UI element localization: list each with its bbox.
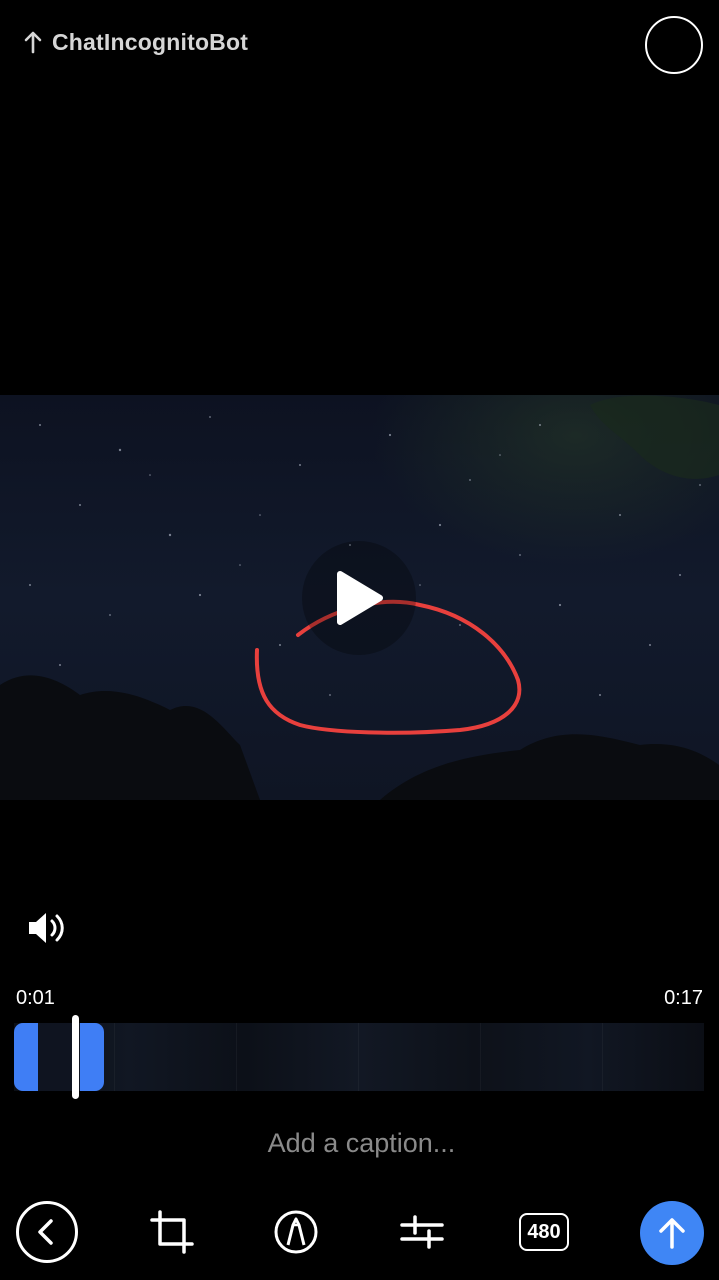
playhead-scrubber[interactable] — [72, 1015, 79, 1099]
frame-divider — [236, 1023, 237, 1091]
back-button[interactable] — [15, 1200, 79, 1264]
play-icon — [337, 571, 383, 625]
frame-divider — [358, 1023, 359, 1091]
draw-button[interactable] — [264, 1200, 328, 1264]
select-circle-icon[interactable] — [645, 16, 703, 74]
speaker-icon[interactable] — [26, 908, 68, 948]
send-button[interactable] — [640, 1201, 704, 1265]
recipient-header: ChatIncognitoBot — [24, 26, 248, 58]
play-button[interactable] — [302, 541, 416, 655]
back-chevron-icon — [16, 1201, 78, 1263]
quality-badge: 480 — [519, 1213, 569, 1251]
quality-button[interactable]: 480 — [512, 1200, 576, 1264]
up-arrow-icon — [24, 31, 42, 54]
crop-button[interactable] — [140, 1200, 204, 1264]
trim-start-time: 0:01 — [16, 987, 55, 1009]
timeline-strip[interactable] — [14, 1023, 704, 1091]
pen-icon — [274, 1210, 318, 1254]
frame-divider — [114, 1023, 115, 1091]
trim-end-time: 0:17 — [664, 987, 703, 1009]
adjust-button[interactable] — [390, 1200, 454, 1264]
adjust-sliders-icon — [400, 1215, 444, 1249]
frame-divider — [602, 1023, 603, 1091]
recipient-name: ChatIncognitoBot — [52, 28, 249, 55]
caption-input[interactable] — [0, 1120, 719, 1166]
trim-handle[interactable] — [14, 1023, 104, 1091]
send-arrow-icon — [659, 1218, 685, 1249]
crop-icon — [150, 1210, 194, 1254]
frame-divider — [480, 1023, 481, 1091]
